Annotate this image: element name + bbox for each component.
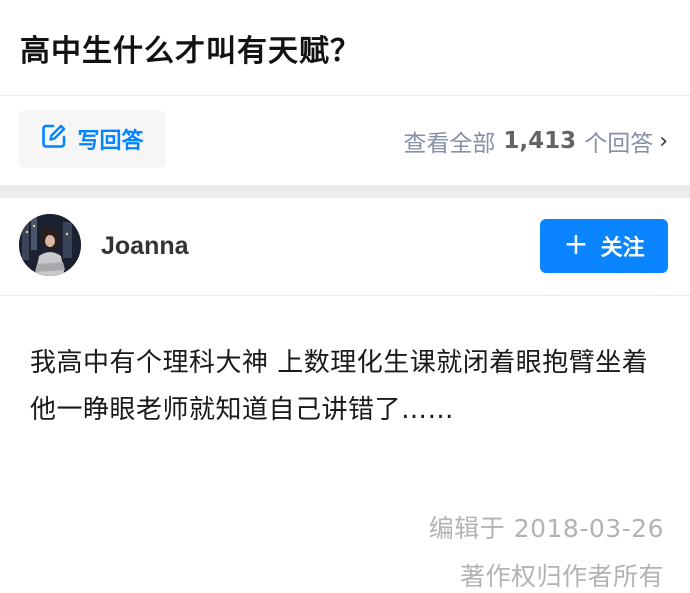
divider: [0, 295, 690, 296]
view-all-prefix: 查看全部: [403, 131, 496, 157]
follow-label: 关注: [600, 236, 645, 261]
author-name[interactable]: Joanna: [101, 232, 189, 261]
view-all-answers-link[interactable]: 查看全部 1,413 个回答 ›: [403, 124, 668, 158]
divider: [0, 95, 690, 96]
answer-content: 我高中有个理科大神 上数理化生课就闭着眼抱臂坐着 他一睁眼老师就知道自己讲错了……: [30, 348, 649, 425]
view-all-suffix: 个回答: [584, 131, 654, 157]
plus-icon: +: [563, 226, 589, 262]
avatar[interactable]: [19, 214, 81, 276]
write-answer-button[interactable]: 写回答: [19, 110, 166, 168]
follow-button[interactable]: + 关注: [540, 219, 668, 273]
question-title: 高中生什么才叫有天赋？: [20, 34, 361, 69]
write-answer-label: 写回答: [77, 129, 144, 154]
edit-icon: [41, 123, 67, 155]
edit-timestamp: 编辑于 2018-03-26: [428, 514, 664, 543]
section-separator: [0, 185, 690, 198]
chevron-right-icon: ›: [659, 128, 668, 154]
answer-count: 1,413: [503, 128, 577, 154]
copyright-notice: 著作权归作者所有: [459, 562, 664, 591]
